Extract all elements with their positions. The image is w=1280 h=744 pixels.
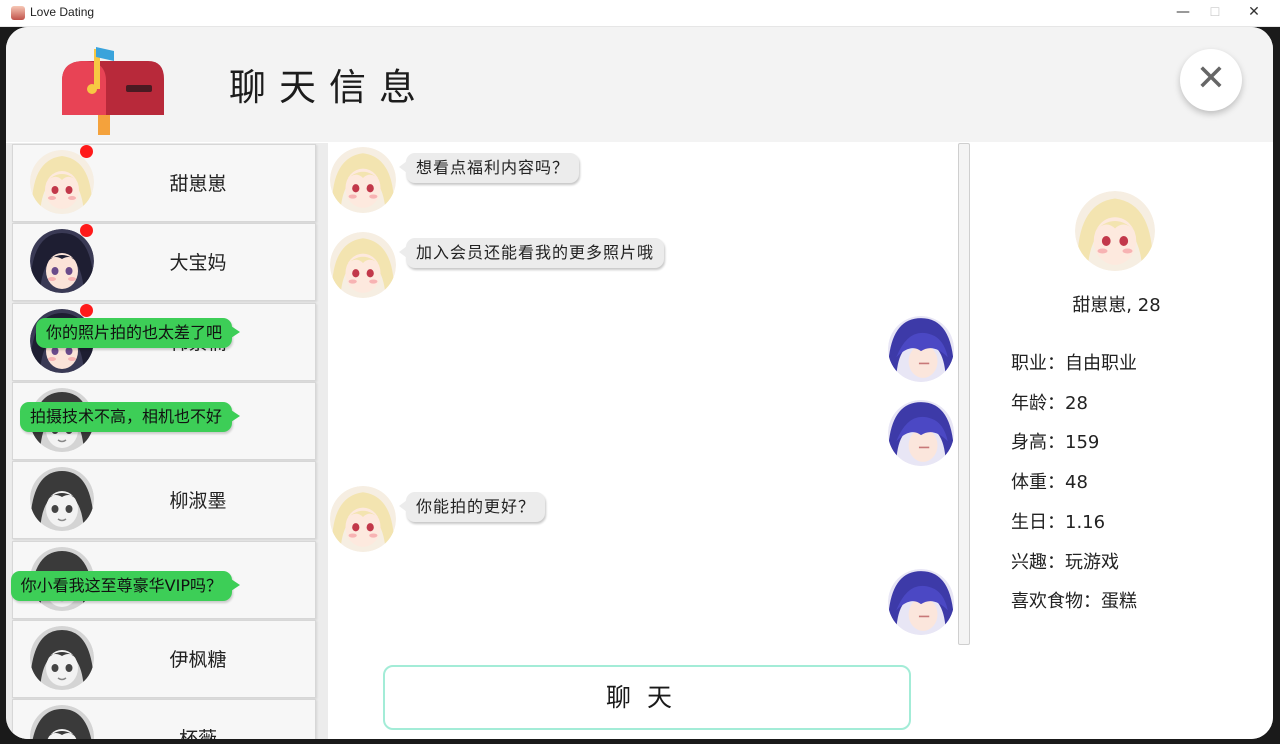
profile-field: 身高：159 (1011, 432, 1100, 454)
message-bubble: 你小看我这至尊豪华VIP吗？ (10, 571, 241, 601)
avatar (30, 625, 94, 690)
profile-field: 兴趣：玩游戏 (1011, 551, 1119, 573)
avatar (30, 705, 94, 739)
window-titlebar: Love Dating — ☐ ✕ (0, 0, 1280, 27)
contact-name: 杯薇 (123, 724, 273, 739)
contact-item[interactable]: 甜崽崽 (12, 144, 316, 222)
message-bubble: 你能拍的更好？ (398, 492, 546, 522)
message-bubble: 拍摄技术不高，相机也不好 (19, 402, 241, 432)
profile-field: 喜欢食物：蛋糕 (1011, 591, 1137, 613)
contact-name: 甜崽崽 (169, 173, 227, 195)
profile-panel: 甜崽崽, 28 职业：自由职业 年龄：28 身高：159 体重：48 生日：1.16 兴趣… (974, 143, 1273, 739)
window-title: Love Dating (30, 5, 95, 19)
message-bubble: 加入会员还能看我的更多照片哦 (398, 238, 665, 268)
profile-field: 职业：自由职业 (1011, 353, 1137, 374)
chat-button[interactable]: 聊天 (383, 665, 911, 730)
contact-name: 伊枫糖 (169, 648, 227, 671)
avatar (30, 150, 94, 214)
profile-name: 甜崽崽, 28 (1072, 295, 1161, 316)
avatar (30, 467, 94, 532)
contact-name: 柳淑墨 (169, 490, 227, 513)
avatar (330, 147, 396, 213)
chat-dialog: 聊天信息 ✕ 甜崽崽大宝妈韩紫楠绵香柳淑墨琪琪伊枫糖杯薇 聊天 想看点福利内容吗… (6, 27, 1273, 739)
dialog-header: 聊天信息 ✕ (6, 27, 1273, 142)
contact-item[interactable]: 柳淑墨 (12, 461, 316, 540)
close-icon: ✕ (1195, 58, 1227, 99)
app-icon (11, 6, 25, 20)
message-bubble: 想看点福利内容吗？ (398, 153, 580, 183)
maximize-button[interactable]: ☐ (1195, 0, 1235, 26)
close-button[interactable]: ✕ (1180, 49, 1242, 111)
chat-scrollbar[interactable] (958, 143, 970, 645)
profile-field: 体重：48 (1011, 472, 1088, 494)
unread-badge (80, 303, 93, 317)
message-bubble: 你的照片拍的也太差了吧 (35, 318, 241, 348)
contact-name: 大宝妈 (169, 252, 227, 275)
window-close-button[interactable]: ✕ (1234, 0, 1274, 26)
profile-field: 生日：1.16 (1011, 511, 1106, 533)
avatar (888, 569, 954, 635)
mailbox-icon (62, 47, 164, 135)
avatar (330, 486, 396, 552)
profile-field: 年龄：28 (1011, 392, 1088, 414)
avatar (330, 232, 396, 298)
unread-badge (80, 224, 93, 238)
avatar (888, 316, 954, 382)
contact-item[interactable]: 杯薇 (12, 699, 316, 739)
contact-item[interactable]: 伊枫糖 (12, 619, 316, 698)
contact-list: 甜崽崽大宝妈韩紫楠绵香柳淑墨琪琪伊枫糖杯薇 (6, 143, 328, 739)
unread-badge (80, 145, 93, 158)
contact-item[interactable]: 大宝妈 (12, 223, 316, 302)
page-title: 聊天信息 (229, 66, 429, 109)
avatar (888, 400, 954, 466)
avatar (1075, 191, 1155, 271)
chat-panel: 聊天 想看点福利内容吗？ 加入会员还能看我的更多照片哦你的照片拍的也太差了吧拍摄技… (10, 143, 973, 739)
avatar (30, 229, 94, 294)
